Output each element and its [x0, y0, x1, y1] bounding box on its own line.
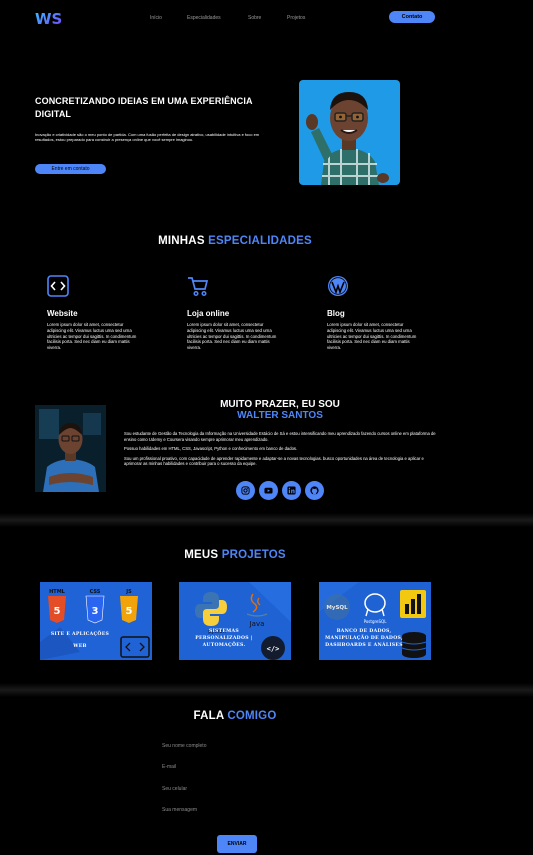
card-title-loja: Loja online — [187, 309, 230, 318]
project-card-dados[interactable]: MySQL PostgreSQL BANCO DE DADOS, MANIPUL… — [319, 582, 431, 660]
hero-text: Inovação e criatividade são o meu ponto … — [35, 132, 260, 143]
github-icon — [310, 486, 319, 495]
logo[interactable]: WS — [34, 9, 66, 28]
youtube-icon — [264, 487, 273, 494]
shopping-cart-icon — [188, 277, 209, 297]
email-field[interactable]: E-mail — [160, 760, 372, 774]
card-website: Website Lorem ipsum dolor sit amet, cons… — [47, 275, 142, 351]
hero-title: CONCRETIZANDO IDEIAS EM UMA EXPERIÊNCIA … — [35, 96, 253, 119]
logo-text: WS — [35, 10, 62, 27]
specialties-title: MINHAS ESPECIALIDADES — [0, 235, 470, 247]
card-text-blog: Lorem ipsum dolor sit amet, consectetur … — [327, 322, 417, 351]
hero-contact-button[interactable]: Entre em contato — [35, 164, 106, 174]
github-button[interactable] — [305, 481, 324, 500]
card-text-website: Lorem ipsum dolor sit amet, consectetur … — [47, 322, 137, 351]
nav-link-sobre[interactable]: Sobre — [248, 15, 261, 21]
section-divider — [0, 513, 533, 527]
project-caption-sistemas-1: SISTEMAS — [208, 629, 240, 634]
projects-title-b: PROJETOS — [221, 549, 286, 561]
badge-java: Java — [249, 620, 265, 628]
card-text-loja: Lorem ipsum dolor sit amet, consectetur … — [187, 322, 277, 351]
contact-nav-button[interactable]: Contato — [389, 11, 435, 23]
youtube-button[interactable] — [259, 481, 278, 500]
section-divider-2 — [0, 683, 533, 697]
about-title-line2: WALTER SANTOS — [237, 410, 323, 421]
message-field[interactable]: Sua mensagem — [160, 803, 372, 817]
code-icon — [47, 275, 69, 297]
contact-title: FALA COMIGO — [0, 710, 470, 722]
card-title-website: Website — [47, 309, 78, 318]
wordpress-icon — [328, 276, 348, 296]
about-title-line1: MUITO PRAZER, EU SOU — [220, 399, 340, 410]
project-caption-web-1: SITE E APLICAÇÕES — [50, 632, 110, 637]
svg-text:5: 5 — [54, 606, 61, 617]
linkedin-icon — [287, 486, 296, 495]
specialties-title-a: MINHAS — [158, 235, 205, 247]
about-paragraph-2: Possuo habilidades em HTML, CSS, Javascr… — [124, 446, 298, 452]
card-blog: Blog Lorem ipsum dolor sit amet, consect… — [327, 275, 422, 351]
submit-button[interactable]: ENVIAR — [217, 835, 257, 853]
instagram-icon — [241, 486, 250, 495]
avatar-illustration — [299, 80, 400, 185]
name-field[interactable]: Seu nome completo — [160, 739, 372, 753]
instagram-button[interactable] — [236, 481, 255, 500]
badge-postgres: PostgreSQL — [364, 619, 388, 624]
badge-mysql: MySQL — [326, 605, 348, 611]
badge-html: HTML — [49, 589, 66, 595]
nav-link-projetos[interactable]: Projetos — [287, 15, 305, 21]
badge-css: CSS — [90, 589, 101, 595]
about-paragraph-1: Sou estudante de Gestão da Tecnologia da… — [124, 431, 436, 442]
contact-title-b: COMIGO — [227, 710, 277, 722]
badge-js: JS — [125, 589, 132, 595]
card-title-blog: Blog — [327, 309, 345, 318]
project-caption-dados-2: MANIPULAÇÃO DE DADOS, — [325, 636, 403, 641]
specialties-title-b: ESPECIALIDADES — [208, 235, 312, 247]
project-caption-dados-3: DASHBOARDS E ANÁLISES — [325, 643, 403, 648]
project-caption-sistemas-2: PERSONALIZADOS | — [195, 636, 253, 641]
card-loja: Loja online Lorem ipsum dolor sit amet, … — [187, 275, 282, 351]
projects-title: MEUS PROJETOS — [0, 549, 470, 561]
project-caption-web-2: WEB — [73, 644, 87, 649]
project-card-web[interactable]: 5 HTML 3 CSS 5 JS SITE E APLICAÇÕES WEB — [40, 582, 152, 660]
svg-text:5: 5 — [126, 606, 133, 617]
phone-field[interactable]: Seu celular — [160, 782, 372, 796]
linkedin-button[interactable] — [282, 481, 301, 500]
project-caption-sistemas-3: AUTOMAÇÕES. — [202, 643, 246, 648]
nav-link-especialidades[interactable]: Especialidades — [187, 15, 221, 21]
projects-title-a: MEUS — [184, 549, 219, 561]
nav-link-inicio[interactable]: Início — [150, 15, 162, 21]
project-caption-dados-1: BANCO DE DADOS, — [336, 629, 392, 634]
about-text: Sou estudante de Gestão da Tecnologia da… — [124, 431, 442, 467]
project-card-sistemas[interactable]: python Java </> SISTEMAS PERSONALIZADOS … — [179, 582, 291, 660]
profile-photo — [35, 405, 106, 492]
svg-text:3: 3 — [92, 606, 99, 617]
contact-title-a: FALA — [193, 710, 224, 722]
about-title: MUITO PRAZER, EU SOU WALTER SANTOS — [180, 399, 380, 421]
about-paragraph-3: Sou um profissional proativo, com capaci… — [124, 455, 424, 467]
